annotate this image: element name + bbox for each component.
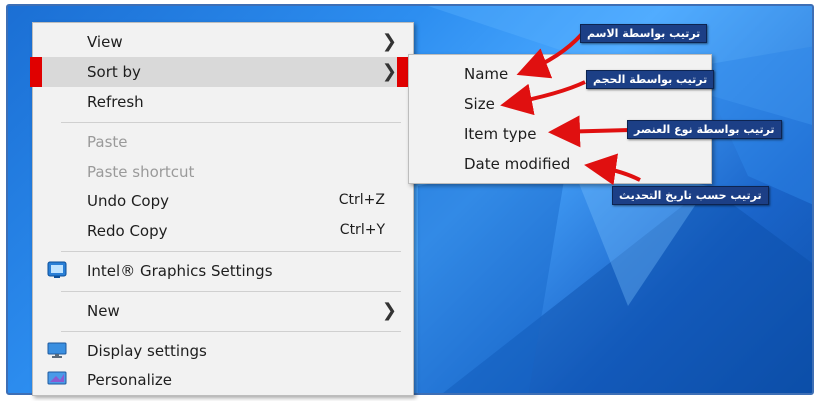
annotation-sort-by-date-modified: ترتيب حسب تاريخ التحديث — [612, 186, 769, 205]
annotation-sort-by-name: ترتيب بواسطة الاسم — [580, 24, 708, 43]
arrow-to-date-modified — [584, 153, 641, 186]
annotation-sort-by-item-type: ترتيب بواسطة نوع العنصر — [627, 120, 782, 139]
arrow-to-item-type — [548, 115, 631, 148]
annotation-sort-by-size: ترتيب بواسطة الحجم — [586, 70, 715, 89]
arrow-to-name — [516, 32, 584, 79]
arrow-to-size — [500, 80, 586, 116]
